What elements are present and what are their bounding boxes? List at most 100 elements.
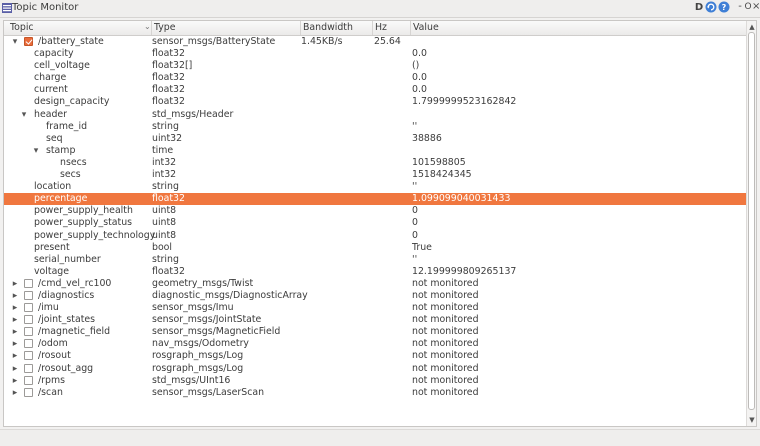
monitor-checkbox[interactable] — [24, 278, 33, 288]
topic-name: location — [34, 181, 72, 193]
topic-row[interactable]: ▸ /rosout_agg rosgraph_msgs/Log not monitor… — [4, 363, 746, 375]
expand-arrow-open-icon[interactable]: ▾ — [32, 145, 40, 157]
field-value: not monitored — [412, 362, 479, 374]
field-row[interactable]: frame_id string '' — [4, 121, 746, 133]
monitor-checkbox[interactable] — [24, 37, 33, 46]
topic-row[interactable]: ▸ /odom nav_msgs/Odometry not monitored — [4, 338, 746, 350]
field-row[interactable]: serial_number string '' — [4, 254, 746, 266]
field-value: True — [412, 241, 432, 253]
message-type: float32 — [152, 72, 185, 84]
table-header: Topic ⌄ Type Bandwidth Hz Value — [4, 21, 749, 36]
close-button[interactable]: × — [752, 1, 760, 15]
field-row[interactable]: ▾ header std_msgs/Header — [4, 109, 746, 121]
column-divider[interactable] — [410, 21, 411, 35]
topic-name: capacity — [34, 48, 74, 60]
monitor-checkbox[interactable] — [24, 387, 33, 397]
expand-arrow-closed-icon[interactable]: ▸ — [11, 314, 19, 326]
field-row[interactable]: power_supply_technology uint8 0 — [4, 230, 746, 242]
refresh-icon[interactable] — [704, 1, 718, 15]
topic-row[interactable]: ▸ /magnetic_field sensor_msgs/MagneticFiel… — [4, 326, 746, 338]
field-row[interactable]: charge float32 0.0 — [4, 72, 746, 84]
topic-name: power_supply_health — [34, 205, 133, 217]
field-row[interactable]: location string '' — [4, 181, 746, 193]
expand-arrow-open-icon[interactable]: ▾ — [20, 109, 28, 121]
field-row[interactable]: cell_voltage float32[] () — [4, 60, 746, 72]
field-row[interactable]: current float32 0.0 — [4, 84, 746, 96]
column-header-topic[interactable]: Topic — [10, 22, 34, 34]
message-type: float32 — [152, 265, 185, 277]
message-type: diagnostic_msgs/DiagnosticArray — [152, 289, 308, 301]
monitor-checkbox[interactable] — [24, 375, 33, 385]
field-row[interactable]: power_supply_health uint8 0 — [4, 205, 746, 217]
column-header-hz[interactable]: Hz — [375, 22, 387, 34]
expand-arrow-closed-icon[interactable]: ▸ — [11, 302, 19, 314]
monitor-checkbox[interactable] — [24, 315, 33, 325]
column-divider[interactable] — [372, 21, 373, 35]
monitor-checkbox[interactable] — [24, 327, 33, 337]
field-row[interactable]: secs int32 1518424345 — [4, 169, 746, 181]
monitor-checkbox[interactable] — [24, 303, 33, 313]
topic-row[interactable]: ▸ /diagnostics diagnostic_msgs/DiagnosticA… — [4, 290, 746, 302]
column-divider[interactable] — [300, 21, 301, 35]
expand-arrow-closed-icon[interactable]: ▸ — [11, 326, 19, 338]
expand-arrow-closed-icon[interactable]: ▸ — [11, 387, 19, 399]
topic-row[interactable]: ▸ /scan sensor_msgs/LaserScan not monitored — [4, 387, 746, 399]
monitor-checkbox[interactable] — [24, 363, 33, 373]
expand-arrow-open-icon[interactable]: ▾ — [11, 36, 19, 48]
topic-row[interactable]: ▸ /rosout rosgraph_msgs/Log not monitored — [4, 350, 746, 362]
monitor-checkbox[interactable] — [24, 290, 33, 300]
message-type: bool — [152, 241, 173, 253]
topic-row[interactable]: ▸ /cmd_vel_rc100 geometry_msgs/Twist not mo… — [4, 278, 746, 290]
message-type: sensor_msgs/MagneticField — [152, 326, 281, 338]
field-row[interactable]: nsecs int32 101598805 — [4, 157, 746, 169]
field-value: 0.0 — [412, 84, 427, 96]
message-type: int32 — [152, 169, 177, 181]
vertical-scrollbar[interactable]: ▲ ▼ — [746, 21, 756, 426]
column-header-type[interactable]: Type — [154, 22, 176, 34]
topic-name: /scan — [38, 386, 63, 398]
message-type: nav_msgs/Odometry — [152, 338, 249, 350]
expand-arrow-closed-icon[interactable]: ▸ — [11, 338, 19, 350]
topic-name: seq — [46, 132, 63, 144]
column-header-value[interactable]: Value — [413, 22, 439, 34]
field-value: 101598805 — [412, 156, 466, 168]
message-type: float32 — [152, 84, 185, 96]
expand-arrow-closed-icon[interactable]: ▸ — [11, 278, 19, 290]
expand-arrow-closed-icon[interactable]: ▸ — [11, 363, 19, 375]
field-value: 1.099099040031433 — [412, 193, 511, 205]
field-value: 0 — [412, 217, 418, 229]
scroll-down-icon[interactable]: ▼ — [748, 416, 756, 424]
monitor-checkbox[interactable] — [24, 351, 33, 361]
column-header-bandwidth[interactable]: Bandwidth — [303, 22, 353, 34]
column-divider[interactable] — [151, 21, 152, 35]
field-row[interactable]: capacity float32 0.0 — [4, 48, 746, 60]
expand-arrow-closed-icon[interactable]: ▸ — [11, 350, 19, 362]
field-row[interactable]: seq uint32 38886 — [4, 133, 746, 145]
topic-name: /magnetic_field — [38, 326, 111, 338]
topic-tree[interactable]: Topic ⌄ Type Bandwidth Hz Value ▾ /batter… — [3, 20, 757, 427]
topic-row[interactable]: ▸ /rpms std_msgs/UInt16 not monitored — [4, 375, 746, 387]
maximize-button[interactable]: O — [744, 2, 752, 16]
field-row[interactable]: present bool True — [4, 242, 746, 254]
topic-row[interactable]: ▸ /imu sensor_msgs/Imu not monitored — [4, 302, 746, 314]
d-button[interactable]: D — [694, 2, 704, 16]
monitor-checkbox[interactable] — [24, 339, 33, 349]
scroll-up-icon[interactable]: ▲ — [748, 23, 756, 31]
expand-arrow-closed-icon[interactable]: ▸ — [11, 290, 19, 302]
topic-name: /rpms — [38, 374, 65, 386]
field-row[interactable]: design_capacity float32 1.7999999523162842 — [4, 96, 746, 108]
field-row[interactable]: voltage float32 12.199999809265137 — [4, 266, 746, 278]
field-row[interactable]: ▾ stamp time — [4, 145, 746, 157]
field-row[interactable]: power_supply_status uint8 0 — [4, 217, 746, 229]
field-row[interactable]: percentage float32 1.099099040031433 — [4, 193, 746, 206]
field-value: not monitored — [412, 350, 479, 362]
message-type: sensor_msgs/JointState — [152, 314, 262, 326]
field-value: not monitored — [412, 326, 479, 338]
help-icon[interactable]: ? — [717, 1, 731, 15]
scrollbar-thumb[interactable] — [748, 32, 755, 410]
expand-arrow-closed-icon[interactable]: ▸ — [11, 375, 19, 387]
topic-row[interactable]: ▸ /joint_states sensor_msgs/JointState not … — [4, 314, 746, 326]
message-type: sensor_msgs/LaserScan — [152, 386, 265, 398]
topic-row[interactable]: ▾ /battery_state sensor_msgs/BatteryState 1… — [4, 36, 746, 48]
minimize-button[interactable]: - — [736, 1, 744, 15]
